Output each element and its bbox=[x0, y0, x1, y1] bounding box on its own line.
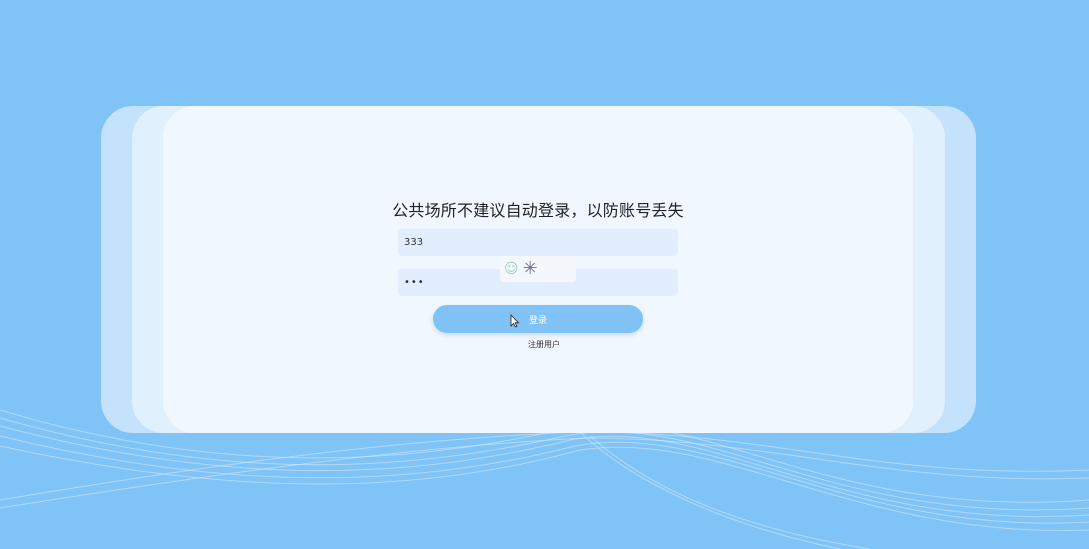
register-link[interactable]: 注册用户 bbox=[520, 339, 568, 350]
mouse-cursor-icon bbox=[510, 314, 520, 328]
smile-icon: ☺ bbox=[504, 261, 519, 277]
username-input[interactable] bbox=[398, 229, 678, 256]
captcha-widget[interactable]: ☺ ✳ bbox=[500, 256, 576, 282]
login-button[interactable]: 登录 bbox=[433, 305, 643, 333]
loading-spinner-icon: ✳ bbox=[522, 258, 538, 279]
login-title: 公共场所不建议自动登录，以防账号丢失 bbox=[392, 201, 684, 220]
